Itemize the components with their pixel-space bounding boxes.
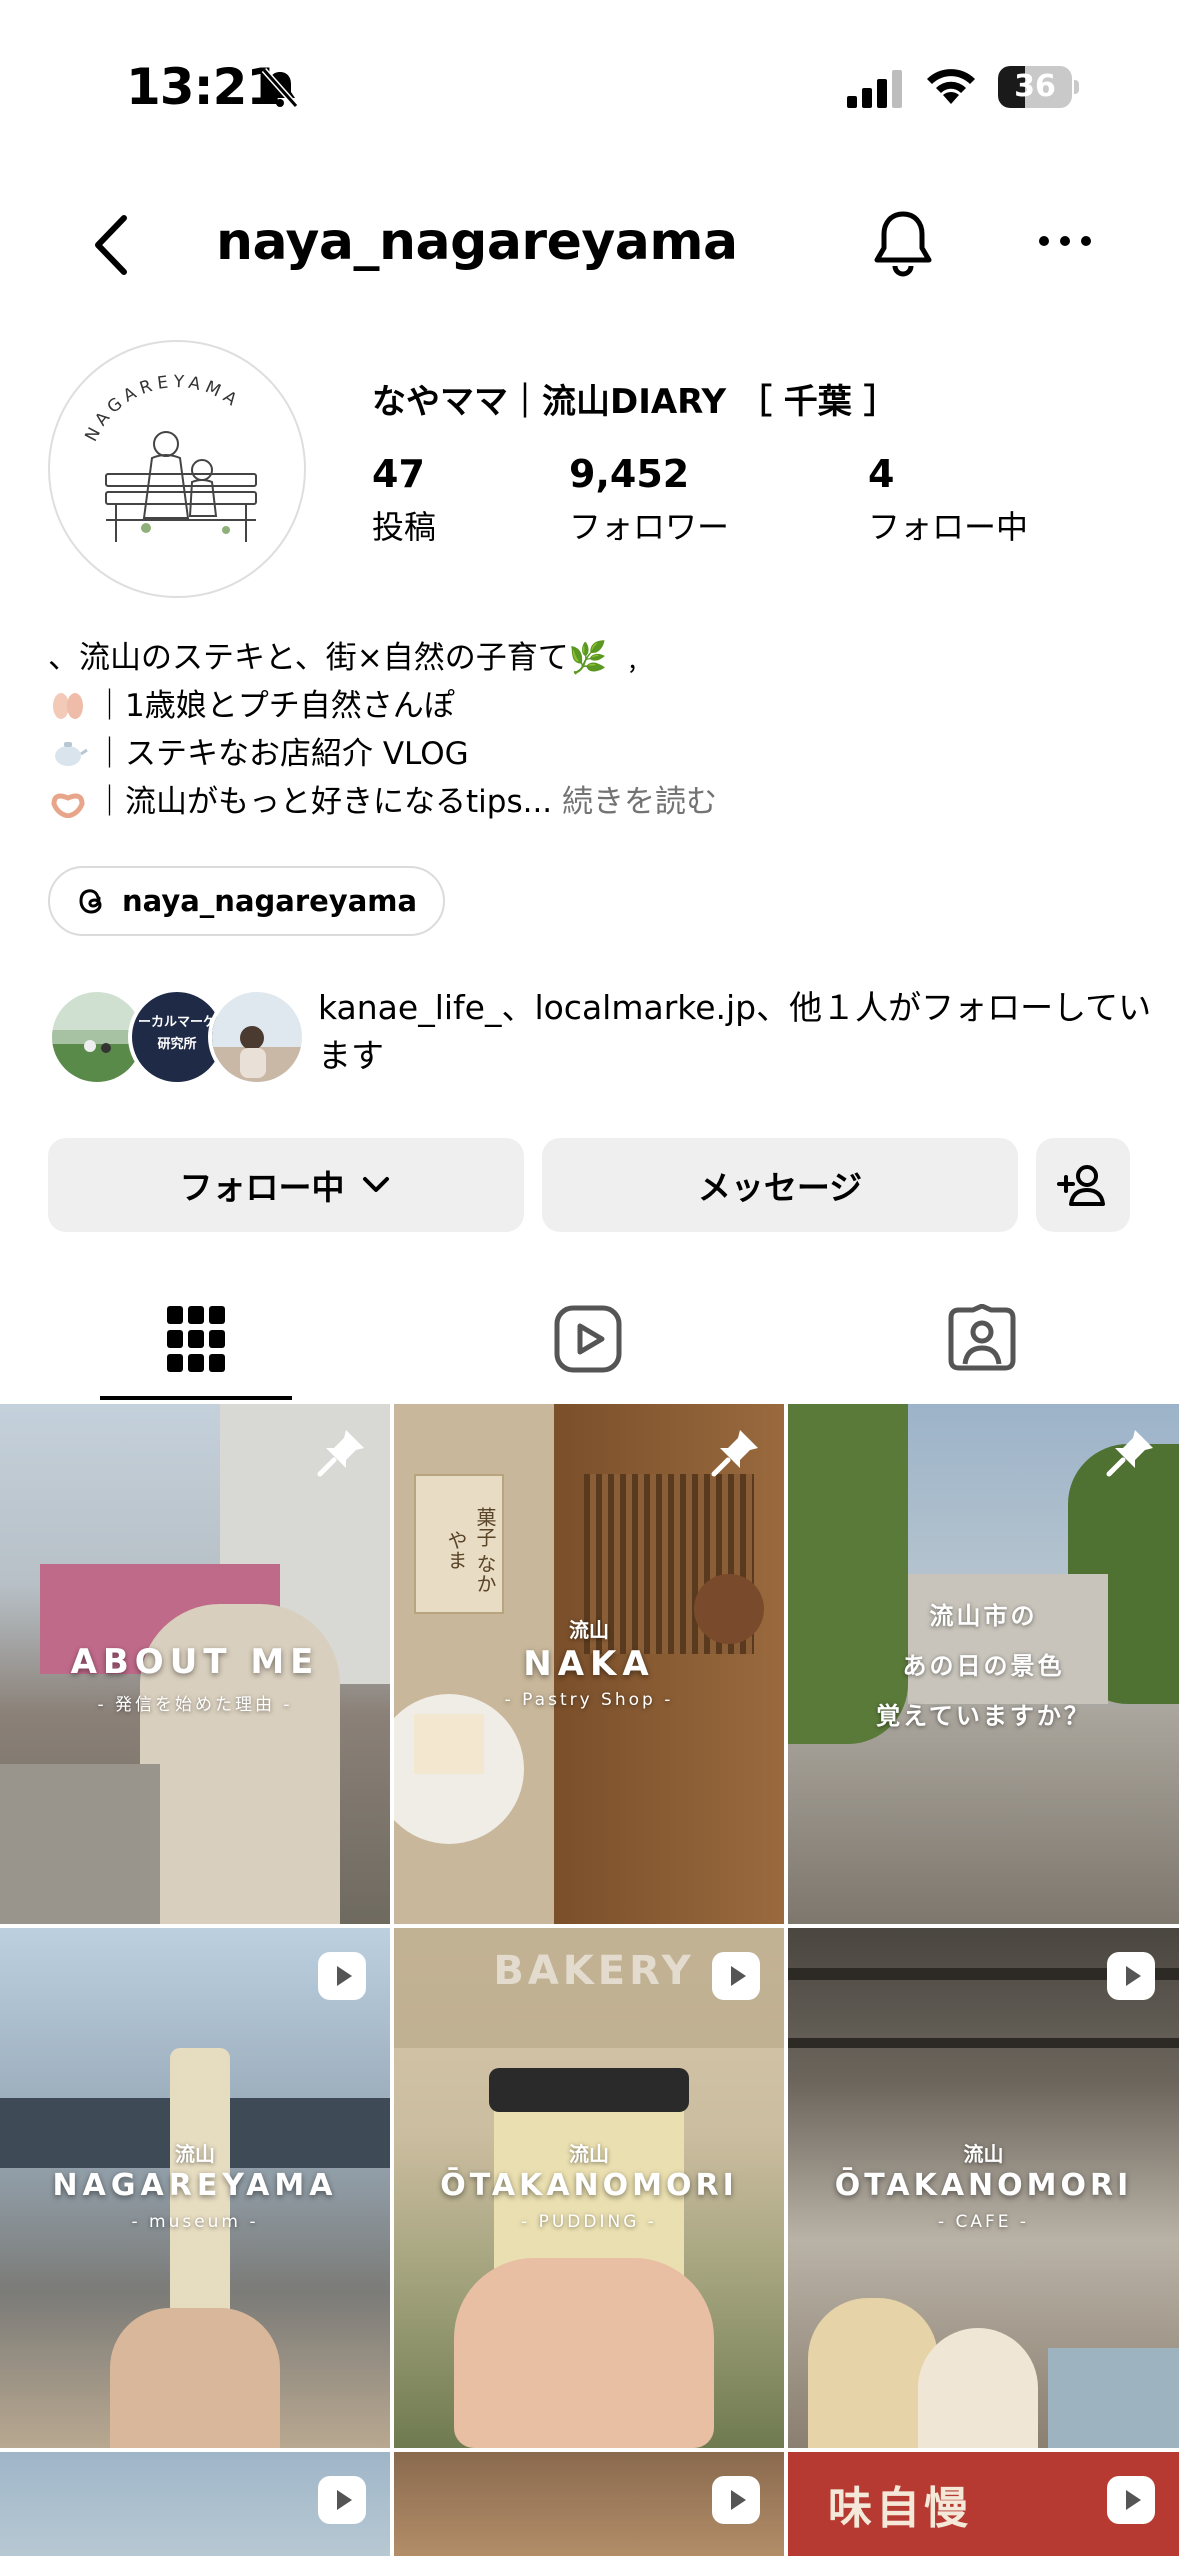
mutual-avatar-3 [208, 988, 306, 1086]
tab-posts-grid[interactable] [100, 1276, 292, 1402]
post-tile-4[interactable]: 流山 NAGAREYAMA - museum - [0, 1928, 390, 2448]
reel-icon [1107, 2476, 1155, 2524]
following-count: 4 [868, 452, 895, 496]
tab-tagged[interactable] [886, 1276, 1078, 1402]
bio-line-2: ｜1歳娘とプチ自然さんぽ [48, 682, 1148, 730]
battery-percent: 36 [1014, 69, 1056, 104]
bio-line-4-text: ｜流山がもっと好きになるtips... [94, 784, 553, 820]
profile-avatar[interactable]: NAGAREYAMA [48, 340, 306, 598]
bio-line-4: ｜流山がもっと好きになるtips... 続きを読む [48, 778, 1148, 826]
bio-line-1: 、流山のステキと、街×自然の子育て🌿 ﹐ [48, 640, 649, 676]
avatar-illustration: NAGAREYAMA [81, 372, 257, 542]
post-6-small: 流山 [963, 2142, 1004, 2166]
post-tile-6[interactable]: 流山 ŌTAKANOMORI - CAFE - [788, 1928, 1179, 2448]
post-1-subtitle: - 発信を始めた理由 - [97, 1695, 293, 1715]
pin-icon [1106, 1430, 1153, 1477]
following-button-label: フォロー中 [179, 1168, 345, 1207]
post-3-line-2: あの日の景色 [902, 1652, 1065, 1680]
post-5-subtitle: - PUDDING - [521, 2212, 657, 2232]
threads-icon [79, 889, 102, 914]
bio-line-3-text: ｜ステキなお店紹介 VLOG [94, 736, 469, 772]
wifi-icon [927, 69, 975, 104]
reel-icon [318, 2476, 366, 2524]
post-5-bg-text: BAKERY [493, 1948, 695, 1994]
threads-link-chip[interactable]: naya_nagareyama [48, 866, 446, 936]
post-2-subtitle: - Pastry Shop - [504, 1690, 674, 1710]
mutual-followers[interactable]: ーカルマーケ研究所 kanae_life_、localmarke.jp、他１人が… [48, 984, 1151, 1094]
post-2-sign-text: 菓子 なかやま [444, 1506, 497, 1594]
avatar-text: NAGAREYAMA [81, 372, 239, 445]
post-3-line-1: 流山市の [929, 1602, 1038, 1630]
message-button-label: メッセージ [697, 1168, 863, 1207]
tab-reels[interactable] [492, 1276, 684, 1402]
profile-header: naya_nagareyama [0, 190, 1179, 300]
bio-read-more-link[interactable]: 続きを読む [562, 784, 717, 820]
suggested-users-button[interactable] [1036, 1138, 1130, 1232]
post-4-small: 流山 [175, 2142, 215, 2166]
posts-count: 47 [372, 452, 425, 496]
mutual-followers-text: kanae_life_、localmarke.jp、他１人がフォローしています [318, 988, 1152, 1075]
post-9-sign-text: 味自慢 [828, 2483, 972, 2534]
tagged-person-icon [948, 1304, 1016, 1371]
post-tile-1[interactable]: ABOUT ME - 発信を始めた理由 - [0, 1404, 390, 1924]
stat-following[interactable]: 4 フォロー中 [868, 452, 1028, 548]
stat-followers[interactable]: 9,452 フォロワー [569, 452, 729, 548]
more-options-icon[interactable] [1036, 226, 1094, 256]
reels-play-icon [554, 1305, 622, 1373]
post-tile-3[interactable]: 流山市の あの日の景色 覚えていますか？ [788, 1404, 1179, 1924]
grid-icon [167, 1306, 225, 1372]
bio-line-2-text: ｜1歳娘とプチ自然さんぽ [94, 688, 455, 724]
bio: 、流山のステキと、街×自然の子育て🌿 ﹐ ｜1歳娘とプチ自然さんぽ ｜ステキなお… [48, 634, 1148, 826]
stat-posts[interactable]: 47 投稿 [372, 452, 436, 548]
post-3-line-3: 覚えていますか？ [876, 1702, 1091, 1730]
post-1-title: ABOUT ME [70, 1642, 320, 1682]
svg-text:NAGAREYAMA: NAGAREYAMA [81, 372, 244, 445]
display-name: なやママ｜流山DIARY ［ 千葉 ］ [372, 382, 898, 422]
post-6-title: ŌTAKANOMORI [834, 2168, 1133, 2203]
pin-icon [317, 1430, 364, 1477]
chevron-down-icon [362, 1177, 389, 1192]
post-4-subtitle: - museum - [131, 2212, 259, 2232]
heart-hands-icon [51, 793, 85, 818]
bell-slash-icon [261, 68, 299, 108]
post-5-small: 流山 [569, 2142, 609, 2166]
cellular-signal-icon [847, 70, 902, 108]
post-2-small: 流山 [569, 1618, 609, 1642]
post-tile-8[interactable] [394, 2452, 784, 2556]
post-4-title: NAGAREYAMA [52, 2168, 338, 2203]
reel-icon [1107, 1952, 1155, 2000]
content-tabs [0, 1276, 1179, 1402]
post-tile-7[interactable] [0, 2452, 390, 2556]
post-6-subtitle: - CAFE - [937, 2212, 1030, 2232]
message-button[interactable]: メッセージ [542, 1138, 1018, 1232]
post-tile-5[interactable]: BAKERY 流山 ŌTAKANOMORI - PUDDING - [394, 1928, 784, 2448]
reel-icon [712, 2476, 760, 2524]
active-tab-indicator [100, 1396, 292, 1400]
followers-label: フォロワー [569, 508, 730, 546]
battery-indicator: 36 [998, 66, 1079, 108]
teapot-icon [55, 742, 88, 766]
add-person-icon [1057, 1165, 1105, 1206]
posts-label: 投稿 [372, 508, 437, 546]
following-button[interactable]: フォロー中 [48, 1138, 524, 1232]
post-5-title: ŌTAKANOMORI [440, 2168, 738, 2203]
threads-handle: naya_nagareyama [122, 884, 418, 918]
post-2-title: NAKA [523, 1644, 655, 1684]
following-label: フォロー中 [868, 508, 1029, 546]
header-username: naya_nagareyama [216, 212, 738, 272]
back-chevron-icon[interactable] [86, 210, 136, 280]
status-bar: 13:21 36 [0, 0, 1179, 160]
pin-icon [711, 1430, 758, 1477]
post-tile-9[interactable]: 味自慢 [788, 2452, 1179, 2556]
mutual-avatar-2-text: ーカルマーケ研究所 [137, 1015, 216, 1052]
reel-icon [318, 1952, 366, 2000]
bio-line-3: ｜ステキなお店紹介 VLOG [48, 730, 1148, 778]
followers-count: 9,452 [569, 452, 690, 496]
notification-bell-icon[interactable] [868, 206, 938, 282]
baby-shoes-icon [53, 693, 83, 719]
reel-icon [712, 1952, 760, 2000]
post-tile-2[interactable]: 菓子 なかやま 流山 NAKA - Pastry Shop - [394, 1404, 784, 1924]
